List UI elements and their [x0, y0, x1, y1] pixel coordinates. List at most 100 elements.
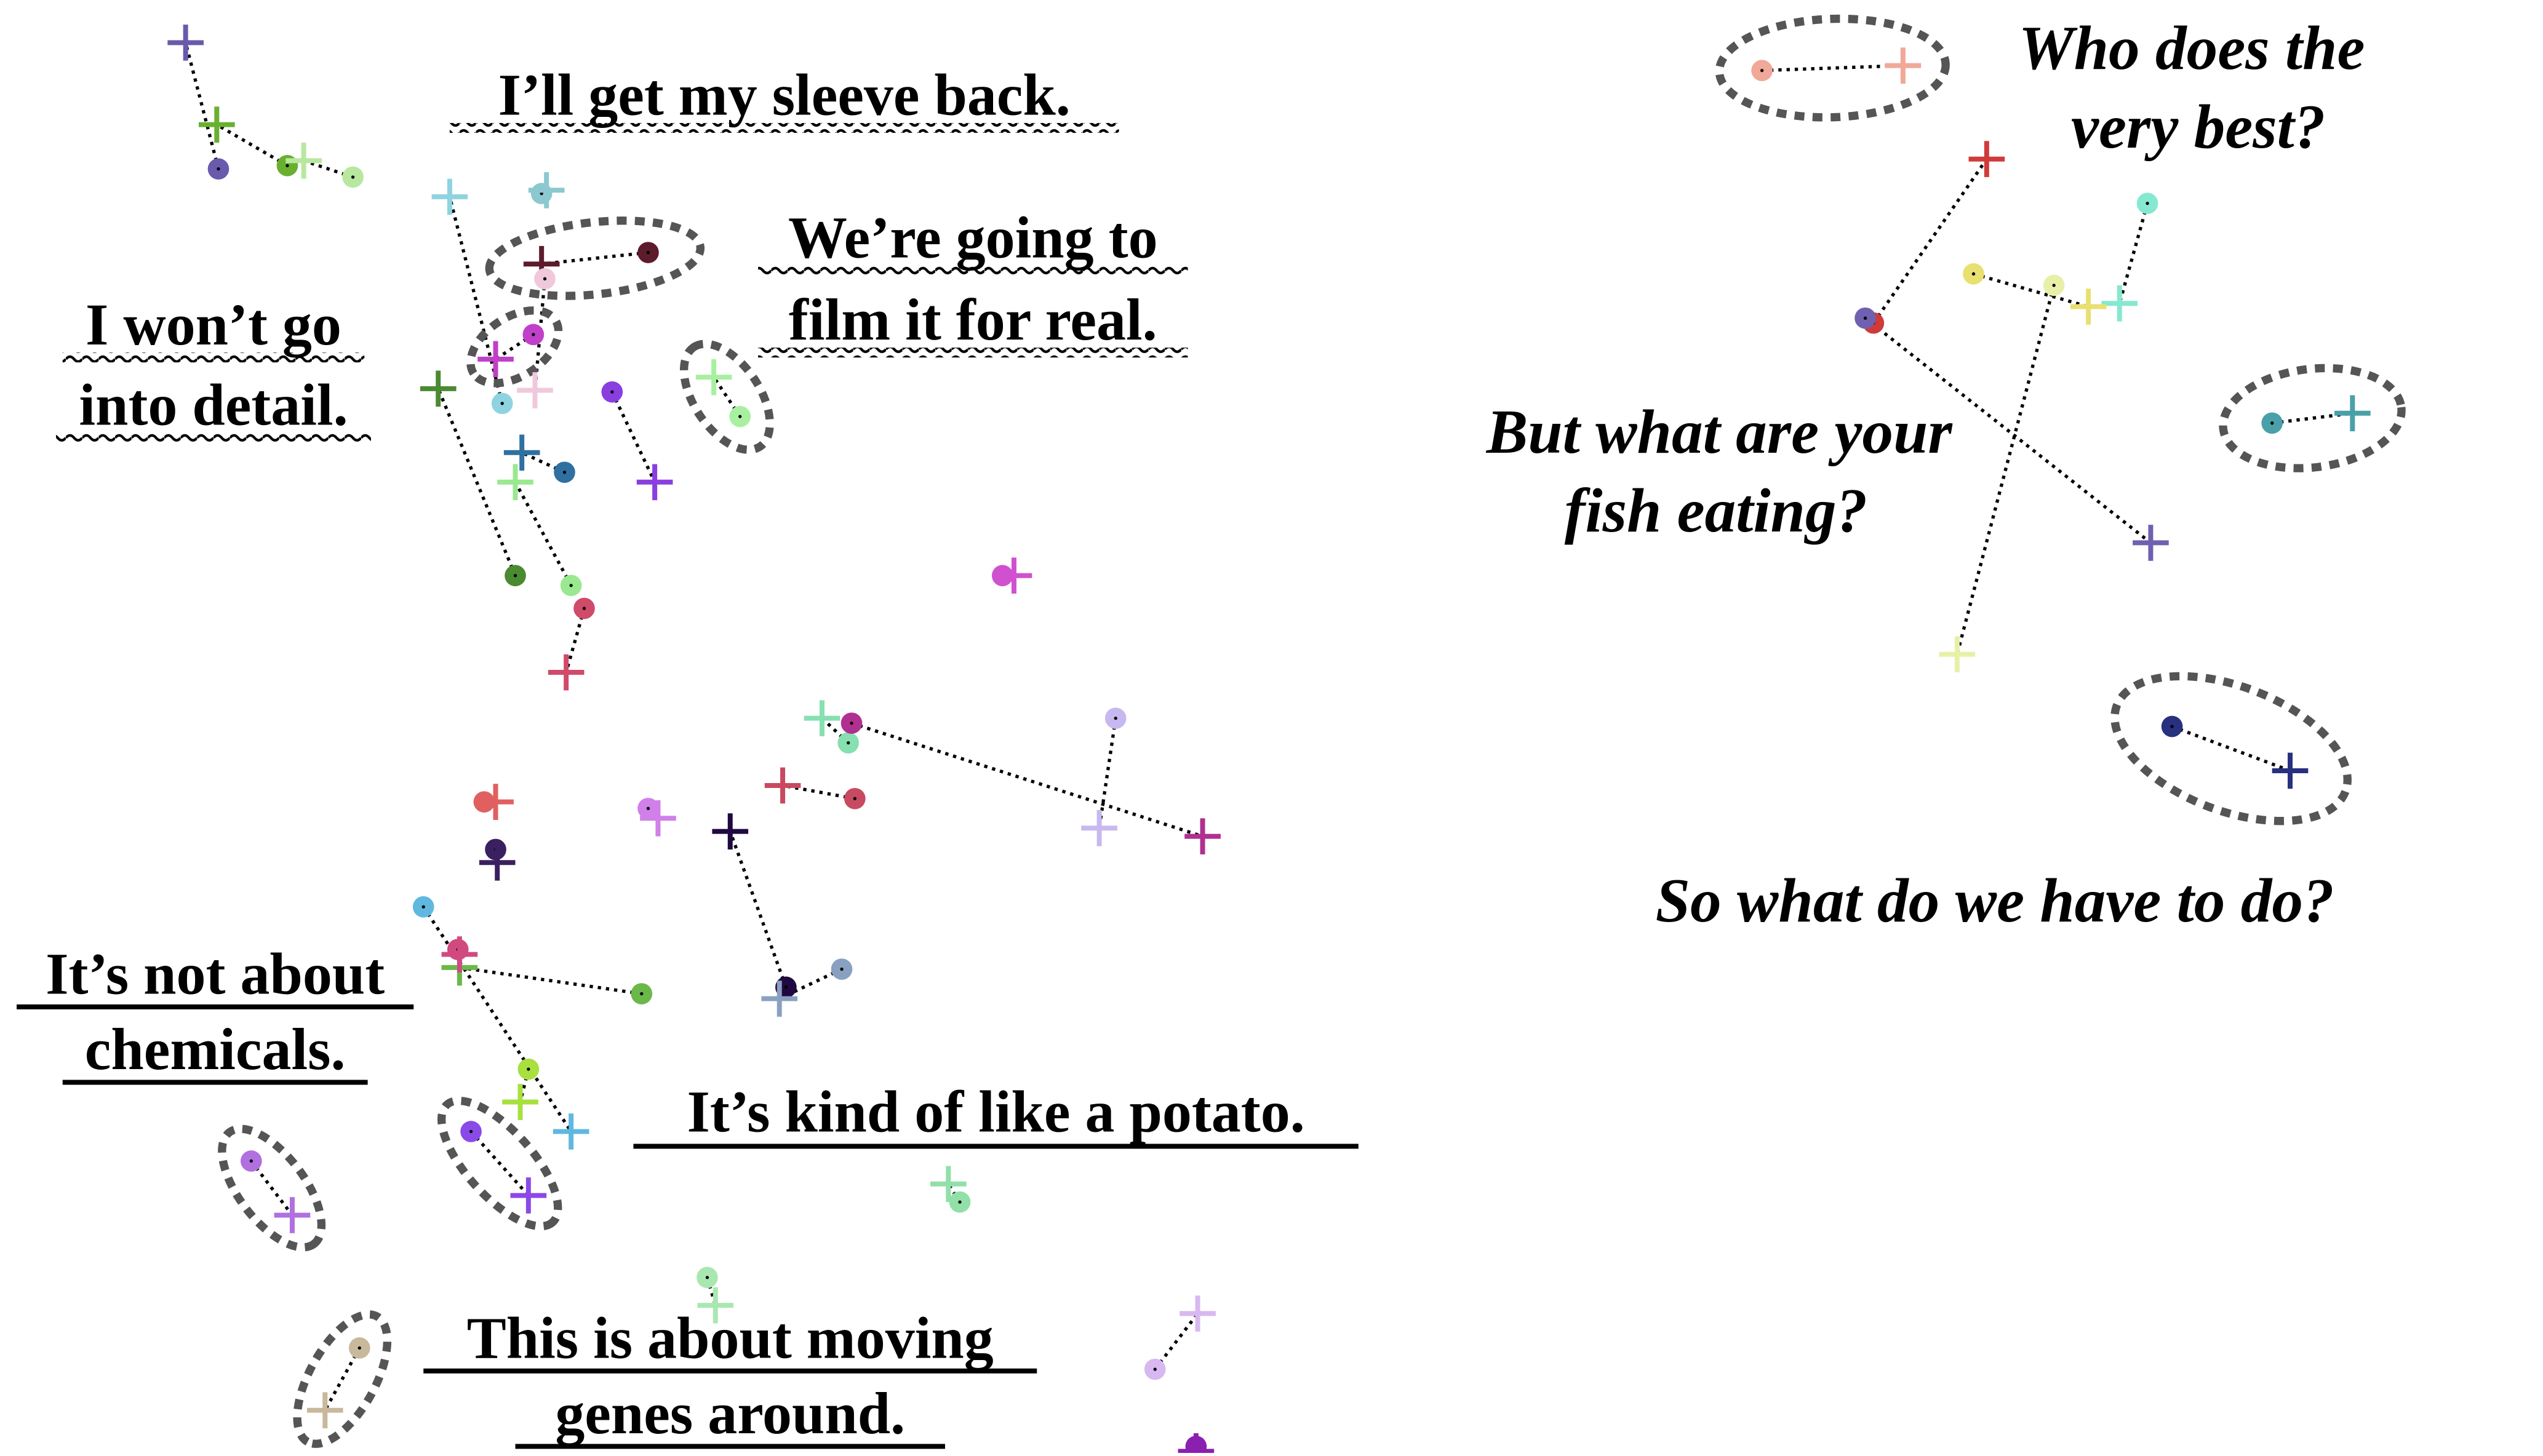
dotted-connector	[1872, 158, 1989, 324]
sentence-todo: So what do we have to do?	[1656, 866, 2334, 935]
highlight-ellipse	[2110, 672, 2352, 825]
dot-center	[1863, 316, 1867, 320]
highlight-ellipse	[485, 217, 705, 300]
plus-marker	[1885, 47, 1922, 84]
wavy-underline	[758, 348, 1188, 358]
dotted-connector	[729, 830, 788, 988]
plus-marker	[1968, 141, 2005, 177]
dot-center	[527, 1067, 530, 1071]
sentence-detail-line2: into detail.	[79, 372, 348, 437]
dot-center	[513, 574, 517, 578]
dot-center	[500, 402, 504, 405]
dot-center	[1971, 272, 1976, 276]
highlight-ellipse	[2219, 364, 2406, 472]
sentence-best-line2: very best?	[2071, 92, 2325, 161]
dot-center	[2170, 725, 2174, 728]
dot-center	[582, 607, 586, 610]
sentence-film-line2: film it for real.	[789, 287, 1157, 352]
diagram-svg: I’ll get my sleeve back. We’re going to …	[17, 14, 2406, 1456]
dot-center	[532, 333, 535, 336]
plus-marker	[479, 844, 516, 881]
plus-marker	[477, 784, 514, 820]
plus-marker	[996, 557, 1032, 594]
dot-center	[562, 471, 567, 474]
dotted-connector	[1955, 285, 2056, 655]
plus-marker	[477, 341, 514, 378]
dot-center	[646, 250, 650, 255]
dotted-connector	[1973, 272, 2089, 309]
plus-marker	[502, 1084, 538, 1120]
dot-center	[958, 1200, 962, 1204]
connector-lines	[184, 42, 2353, 1452]
dot-center	[1114, 717, 1117, 720]
plus-marker	[2070, 288, 2107, 325]
plus-marker	[1178, 1433, 1215, 1456]
sentence-fish-line2: fish eating?	[1565, 476, 1868, 545]
dot-center	[543, 277, 547, 280]
dotted-connector	[851, 722, 1204, 838]
plus-marker	[548, 654, 585, 691]
dot-center	[357, 1346, 361, 1350]
plus-marker	[528, 172, 565, 209]
plus-marker	[274, 1197, 311, 1233]
plus-marker	[517, 372, 553, 408]
sentence-fish-line1: But what are your	[1486, 397, 1954, 466]
dot-center	[249, 1159, 253, 1163]
plus-marker	[2133, 525, 2169, 561]
sentence-film-line1: We’re going to	[788, 205, 1158, 271]
dot-center	[853, 797, 857, 800]
dot-center	[705, 1276, 709, 1279]
sentence-genes-line1: This is about moving	[467, 1305, 994, 1370]
dot-center	[285, 164, 289, 167]
dot-center	[610, 390, 614, 394]
sentence-labels: I’ll get my sleeve back. We’re going to …	[17, 14, 2365, 1449]
scatter-canvas: I’ll get my sleeve back. We’re going to …	[0, 0, 2543, 1456]
plus-marker	[695, 359, 732, 396]
plus-marker	[553, 1113, 589, 1150]
plus-marker	[2101, 285, 2138, 322]
dot-center	[784, 985, 788, 989]
dotted-connector	[1762, 63, 1903, 73]
dot-center	[2052, 284, 2056, 287]
dot-center	[738, 415, 742, 418]
wavy-underline	[62, 352, 365, 363]
dot-center	[351, 175, 355, 179]
plus-marker	[2334, 395, 2371, 432]
plus-marker	[497, 464, 533, 501]
dot-center	[640, 992, 644, 996]
wavy-underline	[758, 265, 1188, 276]
plus-marker	[306, 1392, 343, 1429]
dot-center	[847, 741, 850, 745]
dotted-connector	[421, 905, 573, 1132]
plus-marker	[1939, 636, 1976, 673]
dotted-connector	[215, 123, 289, 167]
dot-center	[421, 905, 425, 909]
highlight-ellipses	[218, 14, 2406, 1448]
dot-center	[850, 722, 853, 725]
plus-marker	[712, 813, 749, 849]
dotted-connector	[610, 391, 657, 483]
dot-center	[1153, 1367, 1157, 1371]
wavy-underline	[56, 432, 371, 443]
dotted-connector	[2118, 202, 2149, 304]
dot-center	[217, 167, 220, 171]
dot-center	[2146, 201, 2149, 205]
plus-marker	[1081, 810, 1117, 846]
dotted-connector	[184, 42, 220, 170]
plus-marker	[764, 767, 801, 804]
dot-center	[2270, 421, 2274, 425]
plus-marker	[1180, 1295, 1216, 1332]
dot-center	[1760, 68, 1764, 73]
dotted-connector	[2171, 725, 2291, 773]
plus-marker	[420, 370, 457, 407]
sentence-chemicals-line1: It’s not about	[46, 941, 385, 1007]
plus-marker	[1184, 818, 1221, 854]
sentence-potato: It’s kind of like a potato.	[687, 1078, 1304, 1144]
sentence-genes-line2: genes around.	[555, 1380, 905, 1446]
dotted-connector	[459, 966, 642, 996]
dot-center	[569, 584, 573, 587]
wavy-underline	[449, 122, 1119, 133]
sentence-sleeve: I’ll get my sleeve back.	[498, 62, 1071, 128]
dot-center	[469, 1129, 473, 1134]
highlight-ellipse	[466, 306, 563, 388]
